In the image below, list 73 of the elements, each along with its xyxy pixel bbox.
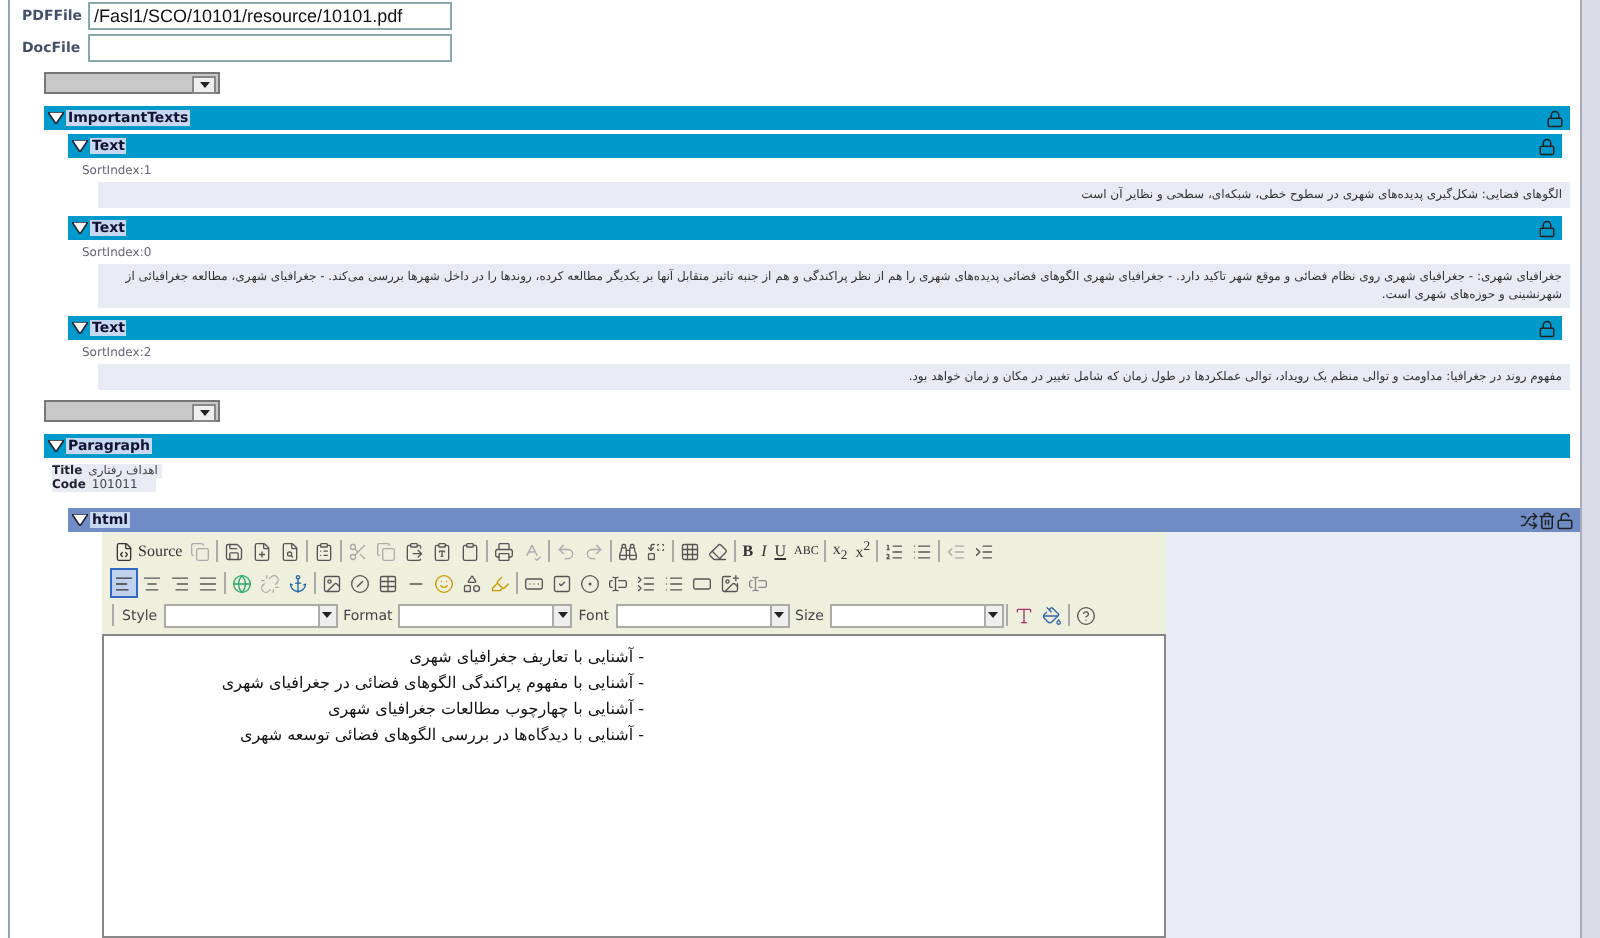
underline-button[interactable]: U xyxy=(770,536,791,566)
preview-icon xyxy=(280,541,301,561)
align-left-icon xyxy=(114,573,134,593)
editor-line: - آشنایی با دیدگاه‌ها در بررسی الگوهای فضائی توسعه شهری xyxy=(238,723,646,748)
expanded-icon[interactable] xyxy=(72,322,88,334)
indent-icon xyxy=(974,541,995,561)
lock-icon[interactable] xyxy=(1546,109,1564,127)
paste-text-icon xyxy=(432,541,453,561)
find-icon xyxy=(618,541,639,561)
combo-field[interactable] xyxy=(398,603,573,627)
paste-icon xyxy=(404,541,425,561)
redo-icon xyxy=(584,541,605,561)
checkbox-icon xyxy=(552,573,572,593)
link-icon xyxy=(232,573,252,593)
radio-icon xyxy=(580,573,600,593)
dropdown-arrow-icon xyxy=(774,612,785,618)
numbered-list-icon xyxy=(884,541,905,561)
dropdown-arrow-icon xyxy=(322,612,333,618)
bold-button[interactable]: B xyxy=(738,536,758,566)
lock-icon[interactable] xyxy=(1538,137,1556,155)
align-left-tool[interactable] xyxy=(110,568,138,598)
text-field[interactable]: /Fasl1/SCO/10101/resource/10101.pdf xyxy=(88,2,452,30)
align-right-icon xyxy=(170,573,190,593)
background-color-icon xyxy=(1041,605,1062,625)
bulleted-list-icon xyxy=(912,541,933,561)
dropdown-arrow-icon xyxy=(199,410,209,416)
superscript-button[interactable]: x$^{2}$ xyxy=(851,536,875,566)
unlock-icon[interactable] xyxy=(1556,511,1574,529)
editor-line: - آشنایی با تعاریف جغرافیای شهری xyxy=(407,645,646,670)
combo-field[interactable] xyxy=(163,603,338,627)
subscript-button[interactable]: x$_{2}$ xyxy=(828,536,852,566)
dropdown-arrow-icon xyxy=(199,82,209,88)
combo-field[interactable] xyxy=(829,603,1004,627)
text-field-icon xyxy=(608,573,628,593)
table-icon xyxy=(378,573,398,593)
expanded-icon[interactable] xyxy=(72,514,88,526)
expanded-icon[interactable] xyxy=(48,440,64,452)
dropdown-arrow-icon xyxy=(557,612,568,618)
editor-line: - آشنایی با مفهوم پراکندگی الگوهای فضائی در جغرافیای شهری xyxy=(219,671,646,696)
justify-icon xyxy=(198,573,218,593)
align-center-icon xyxy=(142,573,162,593)
dropdown[interactable] xyxy=(44,400,220,422)
smiley-icon xyxy=(434,573,454,593)
save-icon xyxy=(224,541,245,561)
editor-line: - آشنایی با چهارچوب مطالعات جغرافیای شهری xyxy=(325,697,646,722)
print-icon xyxy=(494,541,515,561)
text-color-icon xyxy=(1013,605,1034,625)
text-field[interactable] xyxy=(88,34,452,62)
lock-icon[interactable] xyxy=(1538,319,1556,337)
dropdown-arrow-icon xyxy=(988,612,999,618)
outdent-icon xyxy=(946,541,967,561)
image-icon xyxy=(322,573,342,593)
remove-format-icon xyxy=(708,541,729,561)
new-page-icon xyxy=(252,541,273,561)
italic-button[interactable]: I xyxy=(757,536,771,566)
source-button[interactable]: Source xyxy=(110,536,187,566)
code-icon xyxy=(114,541,134,561)
image-button-icon xyxy=(720,573,740,593)
copy-icon xyxy=(376,541,397,561)
cut-icon xyxy=(348,541,369,561)
spellcheck-icon xyxy=(522,541,543,561)
lock-icon[interactable] xyxy=(1538,219,1556,237)
editor-body[interactable]: - آشنایی با تعاریف جغرافیای شهری - آشنایی با مفهوم پراکندگی الگوهای فضائی در جغرافیای شهری - آشنایی با چهارچوب مطالعات جغرافیای شهری - آشنایی با دیدگاه‌ها در بررسی الگوهای فضائی توسعه شهری xyxy=(102,634,1166,938)
shuffle-icon[interactable] xyxy=(1520,511,1538,529)
unlink-icon xyxy=(260,573,280,593)
anchor-icon xyxy=(288,573,308,593)
expanded-icon[interactable] xyxy=(72,222,88,234)
undo-icon xyxy=(556,541,577,561)
help-icon xyxy=(1075,605,1096,625)
combo-field[interactable] xyxy=(615,603,790,627)
dropdown[interactable] xyxy=(44,72,220,94)
trash-icon[interactable] xyxy=(1538,511,1556,529)
scrollbar[interactable] xyxy=(1580,0,1600,938)
